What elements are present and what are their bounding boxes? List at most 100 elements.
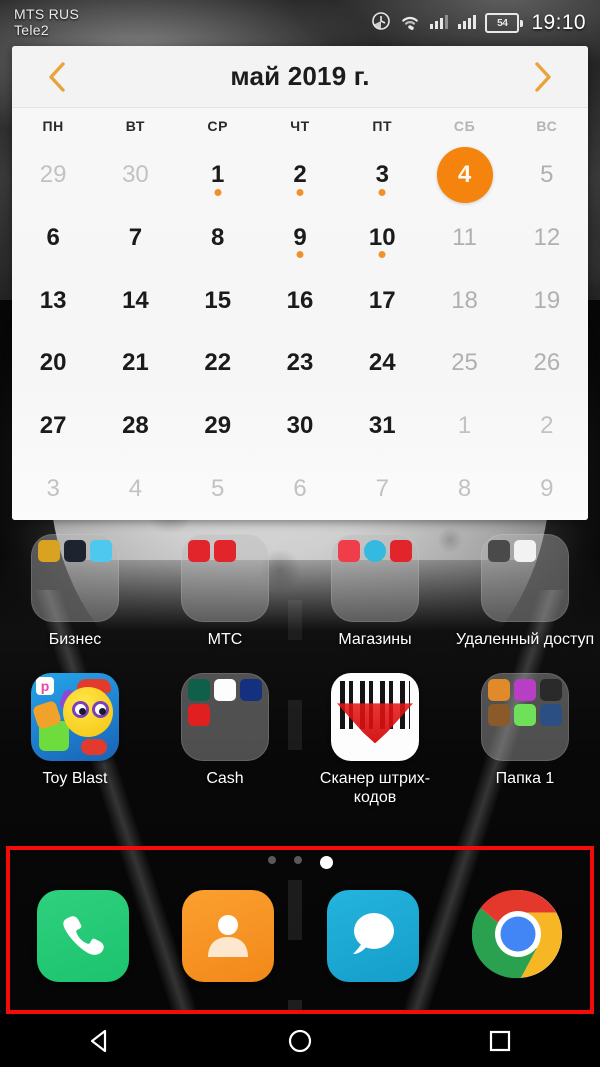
- dock-item-contacts[interactable]: [181, 890, 274, 982]
- folder-icon: [181, 534, 269, 622]
- calendar-day-cell[interactable]: 8: [177, 207, 259, 270]
- calendar-day-cell[interactable]: 4: [94, 457, 176, 520]
- calendar-day-number: 30: [286, 411, 314, 439]
- calendar-day-cell[interactable]: 13: [12, 269, 94, 332]
- calendar-day-cell[interactable]: 8: [423, 457, 505, 520]
- calendar-day-number: 29: [39, 161, 67, 189]
- calendar-day-grid[interactable]: 29 30 1 2 3 4 5 6 7 8 9 10 11 12 13 14 15 16 17 18 19 20 21 22 2…: [12, 144, 588, 520]
- home-app-folder[interactable]: Папка 1: [450, 663, 600, 807]
- calendar-day-cell[interactable]: 29: [12, 144, 94, 207]
- calendar-day-number: 4: [128, 474, 143, 502]
- calendar-day-cell[interactable]: 30: [94, 144, 176, 207]
- calendar-day-cell[interactable]: 12: [506, 207, 588, 270]
- home-icon[interactable]: [274, 1020, 326, 1062]
- calendar-day-number: 3: [375, 161, 389, 189]
- calendar-day-cell[interactable]: 5: [506, 144, 588, 207]
- calendar-day-cell[interactable]: 26: [506, 332, 588, 395]
- home-app-folder[interactable]: МТС: [150, 524, 300, 649]
- phone-icon: [57, 908, 109, 965]
- calendar-day-cell[interactable]: 6: [12, 207, 94, 270]
- calendar-day-cell[interactable]: 27: [12, 395, 94, 458]
- calendar-day-cell[interactable]: 4: [423, 144, 505, 207]
- carrier-secondary: Tele2: [14, 22, 49, 38]
- calendar-weekday-пт: ПТ: [372, 118, 393, 134]
- calendar-day-cell[interactable]: 7: [94, 207, 176, 270]
- app-label: Удаленный доступ: [455, 631, 595, 648]
- calendar-day-cell[interactable]: 11: [423, 207, 505, 270]
- calendar-day-cell[interactable]: 14: [94, 269, 176, 332]
- folder-mini-icon: [487, 540, 510, 562]
- wifi-icon: [399, 12, 421, 35]
- home-row-1: Бизнес МТС Магазины Удаленный доступ: [0, 524, 600, 649]
- calendar-day-cell[interactable]: 9: [506, 457, 588, 520]
- calendar-month-title: май 2019 г.: [230, 61, 370, 91]
- app-label: Папка 1: [495, 770, 555, 788]
- folder-mini-icon: [363, 540, 386, 562]
- calendar-day-number: 2: [540, 411, 554, 439]
- back-icon[interactable]: [74, 1020, 126, 1062]
- calendar-day-cell[interactable]: 3: [12, 457, 94, 520]
- calendar-day-cell[interactable]: 20: [12, 332, 94, 395]
- calendar-day-number: 27: [39, 411, 67, 439]
- prev-month-button[interactable]: [38, 57, 78, 97]
- folder-mini-icon: [90, 540, 113, 562]
- folder-mini-icon: [213, 540, 236, 562]
- recents-icon[interactable]: [474, 1020, 526, 1062]
- folder-icon: [481, 534, 569, 622]
- next-month-button[interactable]: [522, 57, 562, 97]
- calendar-day-cell[interactable]: 23: [259, 332, 341, 395]
- calendar-day-cell[interactable]: 29: [177, 395, 259, 458]
- calendar-day-cell[interactable]: 3: [341, 144, 423, 207]
- event-dot: [296, 188, 304, 196]
- calendar-day-cell[interactable]: 10: [341, 207, 423, 270]
- calendar-day-number: 17: [368, 286, 396, 314]
- calendar-day-cell[interactable]: 28: [94, 395, 176, 458]
- calendar-day-cell[interactable]: 24: [341, 332, 423, 395]
- home-app-folder[interactable]: Бизнес: [0, 524, 150, 649]
- calendar-day-cell[interactable]: 16: [259, 269, 341, 332]
- calendar-day-cell[interactable]: 6: [259, 457, 341, 520]
- calendar-day-cell[interactable]: 18: [423, 269, 505, 332]
- folder-mini-icon: [240, 679, 263, 702]
- home-app-folder[interactable]: Cash: [150, 663, 300, 807]
- home-app-icon[interactable]: p Toy Blast: [0, 663, 150, 807]
- calendar-day-cell[interactable]: 1: [423, 395, 505, 458]
- folder-mini-icon: [213, 679, 236, 702]
- event-dot: [378, 251, 386, 259]
- calendar-day-cell[interactable]: 1: [177, 144, 259, 207]
- dock-item-phone[interactable]: [36, 890, 129, 982]
- calendar-day-number: 23: [286, 349, 314, 377]
- home-app-folder[interactable]: Удаленный доступ: [450, 524, 600, 649]
- page-indicator: [0, 856, 600, 869]
- app-label: Бизнес: [48, 631, 102, 648]
- calendar-weekday-вс: ВС: [536, 118, 558, 134]
- calendar-day-cell[interactable]: 19: [506, 269, 588, 332]
- calendar-day-number: 26: [533, 349, 561, 377]
- calendar-day-cell[interactable]: 22: [177, 332, 259, 395]
- calendar-widget[interactable]: май 2019 г. ПН ВТ СР ЧТ ПТ СБ ВС 29 30 1 2 3 4 5 6 7 8 9…: [12, 46, 588, 520]
- home-app-icon[interactable]: Сканер штрих-кодов: [300, 663, 450, 807]
- calendar-weekday-вт: ВТ: [125, 118, 146, 134]
- home-app-folder[interactable]: Магазины: [300, 524, 450, 649]
- calendar-weekday-header: ПН ВТ СР ЧТ ПТ СБ ВС: [12, 108, 588, 144]
- calendar-weekday-сб: СБ: [453, 118, 476, 134]
- folder-mini-icon: [513, 704, 536, 727]
- calendar-day-cell[interactable]: 2: [506, 395, 588, 458]
- folder-icon: [331, 534, 419, 622]
- calendar-day-cell[interactable]: 7: [341, 457, 423, 520]
- calendar-day-cell[interactable]: 15: [177, 269, 259, 332]
- calendar-day-cell[interactable]: 9: [259, 207, 341, 270]
- folder-mini-icon: [187, 704, 210, 727]
- calendar-day-cell[interactable]: 17: [341, 269, 423, 332]
- calendar-day-cell[interactable]: 21: [94, 332, 176, 395]
- calendar-weekday-ср: СР: [207, 118, 229, 134]
- dock-item-chrome[interactable]: [471, 889, 564, 982]
- calendar-day-cell[interactable]: 2: [259, 144, 341, 207]
- calendar-day-cell[interactable]: 25: [423, 332, 505, 395]
- calendar-day-cell[interactable]: 30: [259, 395, 341, 458]
- calendar-day-number: 14: [122, 286, 149, 314]
- calendar-day-number: 5: [211, 474, 225, 502]
- dock-item-messages[interactable]: [326, 890, 419, 982]
- calendar-day-cell[interactable]: 5: [177, 457, 259, 520]
- calendar-day-cell[interactable]: 31: [341, 395, 423, 458]
